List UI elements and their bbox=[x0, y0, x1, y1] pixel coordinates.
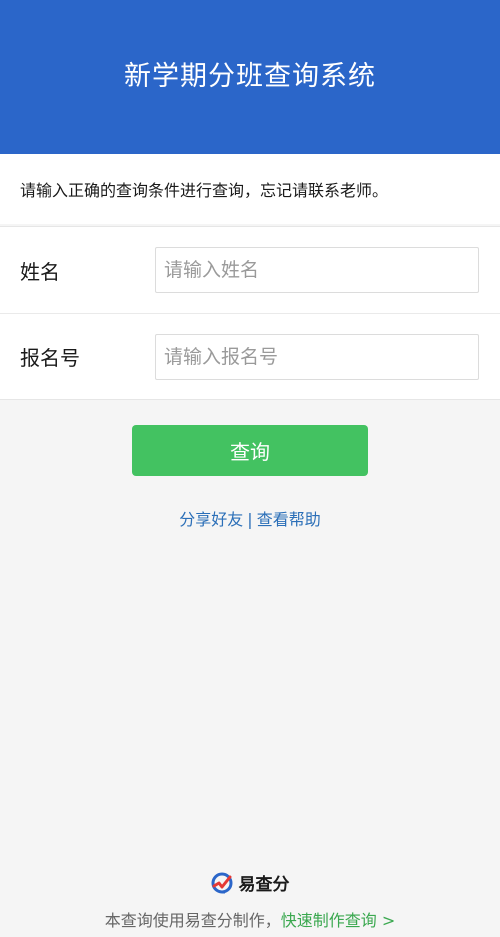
yichafen-logo-icon bbox=[211, 872, 233, 894]
registration-number-label: 报名号 bbox=[20, 346, 80, 370]
registration-number-input[interactable] bbox=[155, 333, 479, 380]
page: 新学期分班查询系统 请输入正确的查询条件进行查询，忘记请联系老师。 姓名 报名号… bbox=[0, 0, 500, 937]
header-banner: 新学期分班查询系统 bbox=[0, 0, 500, 154]
footer: 易查分 本查询使用易查分制作，快速制作查询 > bbox=[0, 870, 500, 931]
powered-by: 本查询使用易查分制作，快速制作查询 > bbox=[0, 907, 500, 931]
brand-name: 易查分 bbox=[238, 875, 290, 895]
query-form: 姓名 报名号 bbox=[0, 226, 500, 400]
brand: 易查分 bbox=[0, 870, 500, 895]
notice-text: 请输入正确的查询条件进行查询，忘记请联系老师。 bbox=[0, 154, 500, 224]
share-friends-link[interactable]: 分享好友 bbox=[179, 510, 243, 529]
link-separator: | bbox=[247, 510, 253, 529]
name-label: 姓名 bbox=[20, 259, 60, 284]
query-button[interactable]: 查询 bbox=[132, 425, 368, 476]
button-wrap: 查询 bbox=[0, 425, 500, 476]
action-links: 分享好友 | 查看帮助 bbox=[0, 506, 500, 530]
registration-number-row: 报名号 bbox=[0, 313, 500, 399]
quick-create-link[interactable]: 快速制作查询 > bbox=[281, 911, 396, 930]
name-row: 姓名 bbox=[0, 227, 500, 313]
page-title: 新学期分班查询系统 bbox=[124, 60, 376, 92]
name-input[interactable] bbox=[155, 247, 479, 293]
view-help-link[interactable]: 查看帮助 bbox=[257, 510, 321, 529]
powered-text: 本查询使用易查分制作， bbox=[104, 911, 281, 930]
